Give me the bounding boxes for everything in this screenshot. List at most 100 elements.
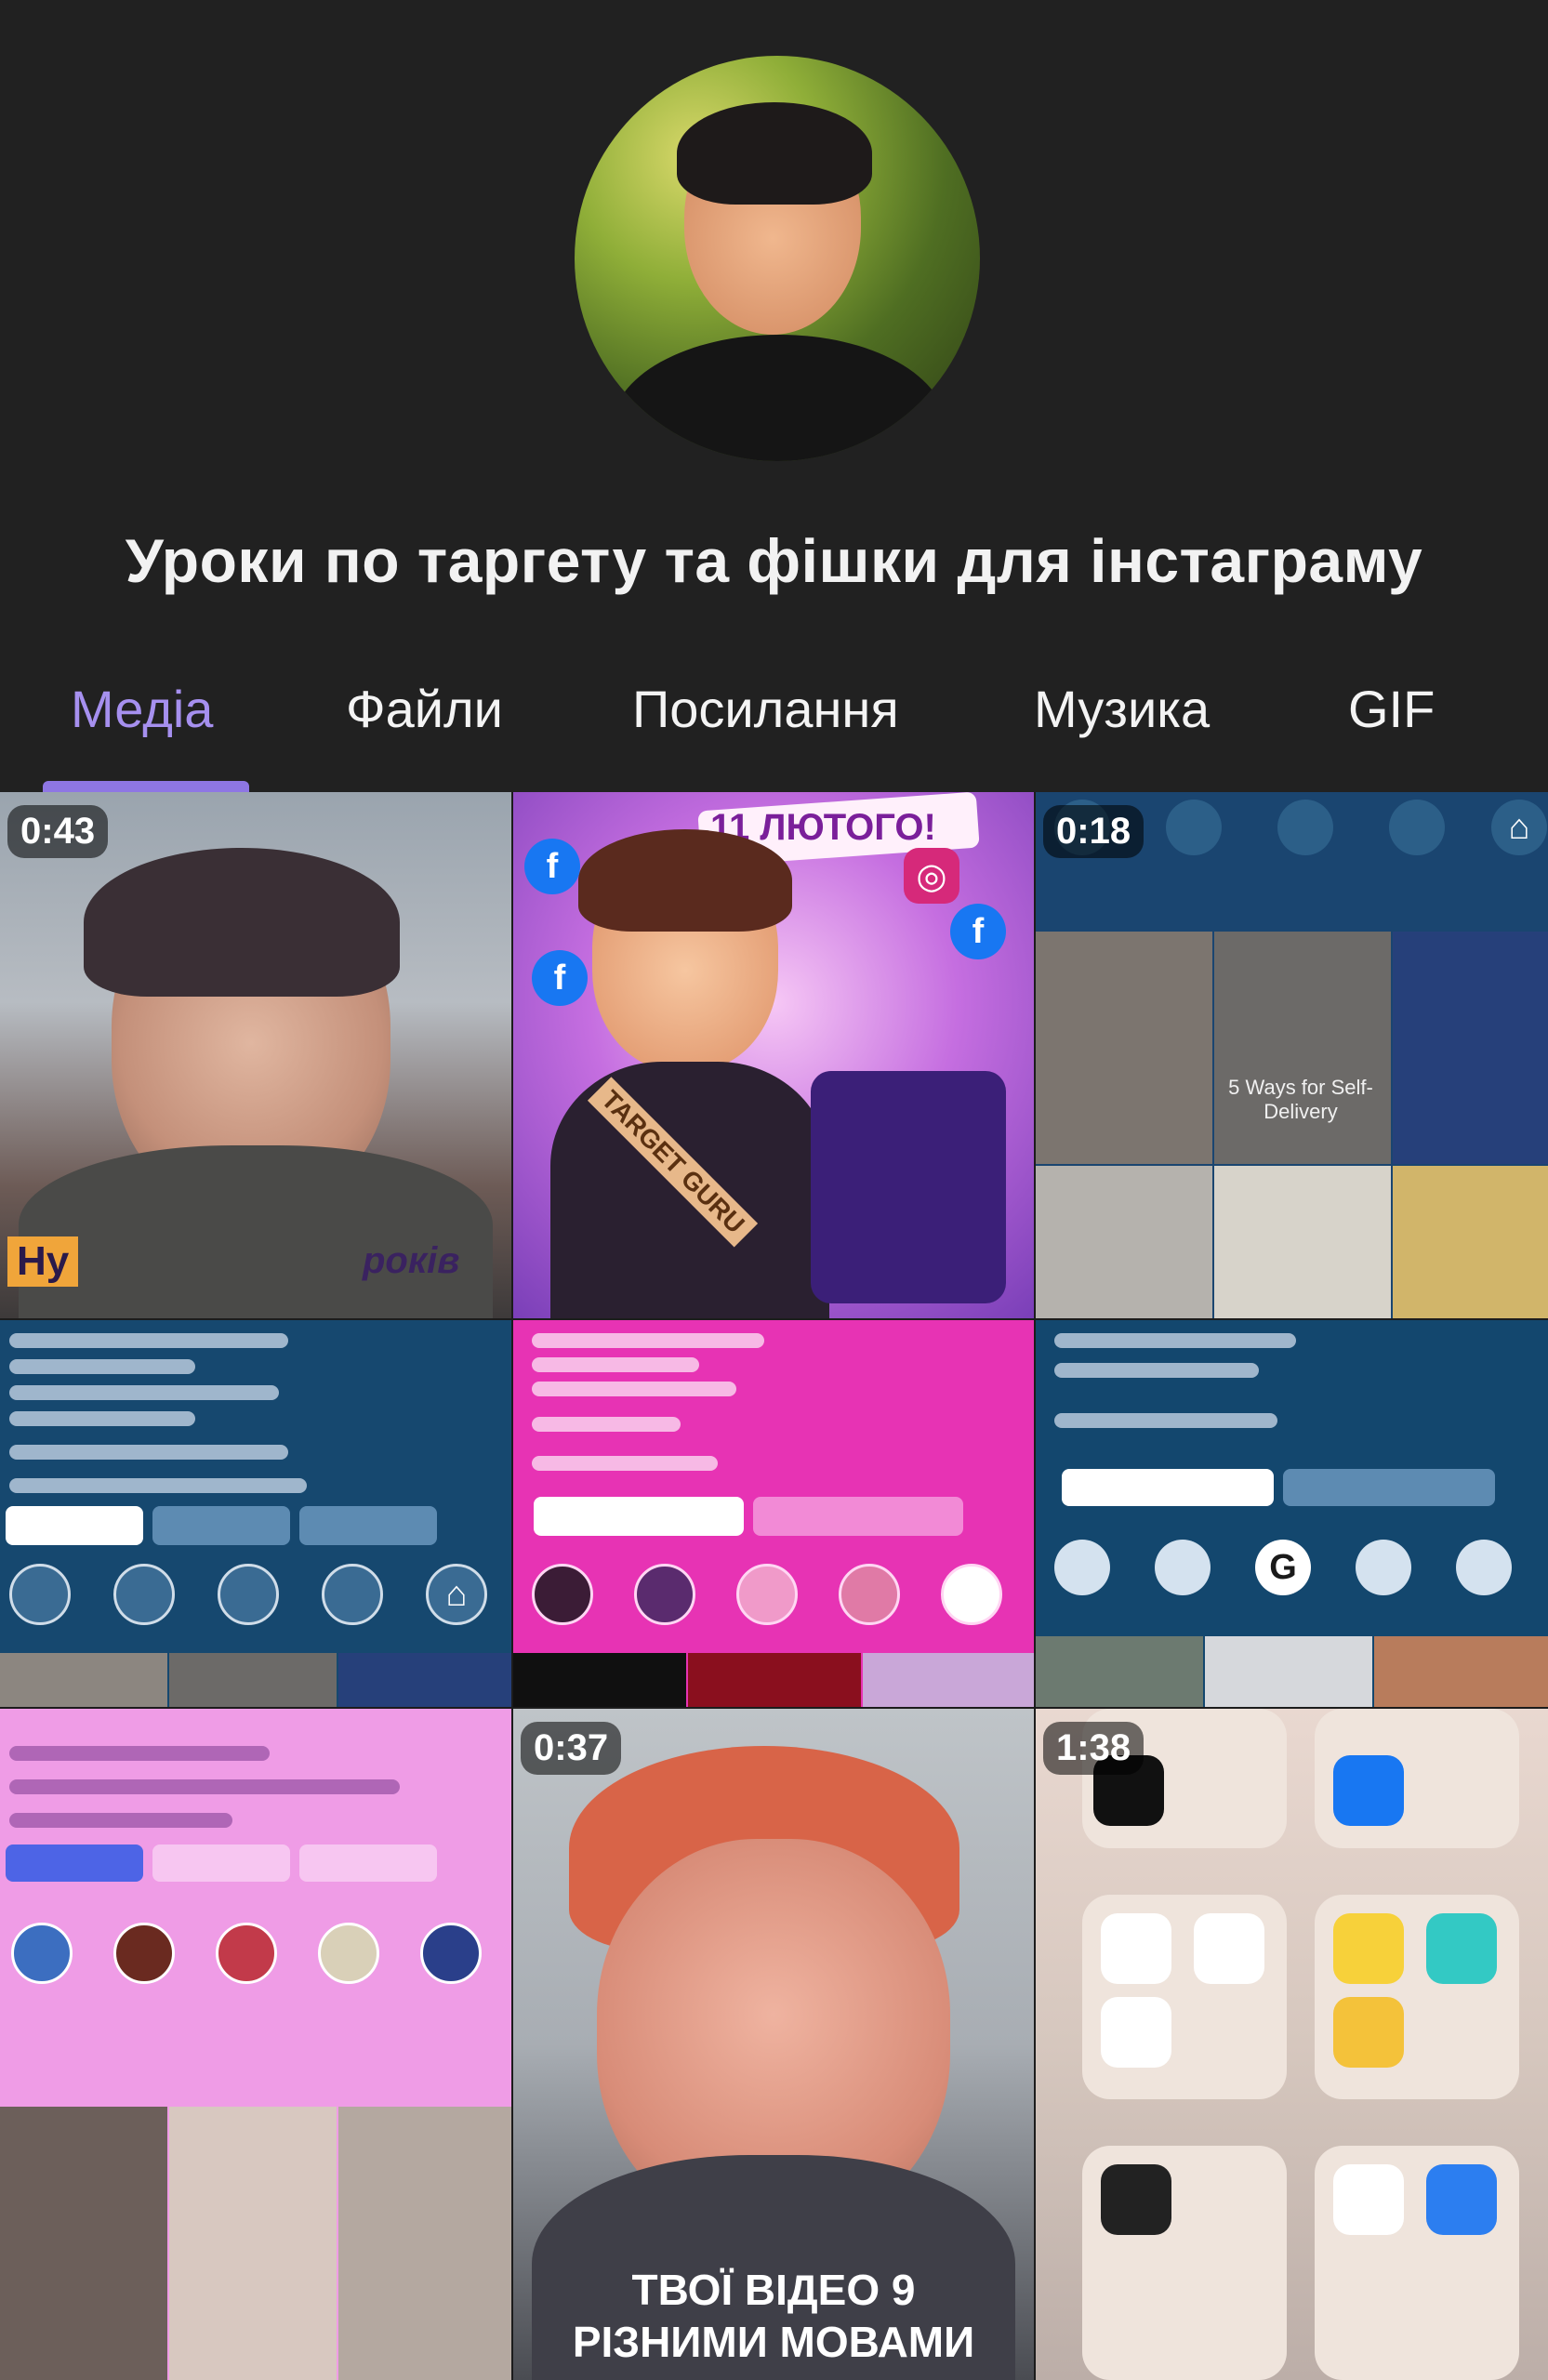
channel-title: Уроки по таргету та фішки для інстаграму bbox=[125, 526, 1423, 595]
video-duration: 0:18 bbox=[1043, 805, 1144, 858]
text-line-2 bbox=[1054, 1363, 1259, 1378]
video-duration: 0:43 bbox=[7, 805, 109, 858]
contact-button[interactable] bbox=[299, 1506, 437, 1545]
thumb-strip-3 bbox=[338, 1653, 511, 1707]
video-duration: 1:38 bbox=[1043, 1722, 1144, 1775]
follow-button[interactable] bbox=[1062, 1469, 1274, 1506]
text-line-3 bbox=[9, 1385, 279, 1400]
text-line bbox=[9, 1333, 288, 1348]
tab-links[interactable]: Посилання bbox=[632, 679, 899, 739]
thumb-strip-3 bbox=[338, 2107, 511, 2380]
message-button[interactable] bbox=[152, 1844, 290, 1882]
thumb-sketch bbox=[1214, 932, 1391, 1164]
highlight-circle-3 bbox=[218, 1564, 279, 1625]
text-line-5 bbox=[9, 1445, 288, 1460]
highlight-circle-5 bbox=[1456, 1540, 1512, 1595]
tab-files[interactable]: Файли bbox=[346, 679, 503, 739]
text-line-2 bbox=[532, 1357, 699, 1372]
text-line-4 bbox=[9, 1411, 195, 1426]
thumb-strip-3 bbox=[1374, 1636, 1548, 1707]
text-line-5 bbox=[532, 1456, 718, 1471]
highlight-circle bbox=[11, 1923, 73, 1984]
media-item-screenshot-navy-2[interactable]: G bbox=[1036, 1320, 1548, 1707]
media-item-screenshot-navy-1[interactable]: ⌂ bbox=[0, 1320, 511, 1707]
tab-media[interactable]: Медіа bbox=[71, 679, 213, 739]
thumb-strip-2 bbox=[1205, 1636, 1372, 1707]
highlight-circle-2 bbox=[113, 1564, 175, 1625]
thumb-night bbox=[1393, 932, 1548, 1164]
highlight-circle bbox=[1054, 1540, 1110, 1595]
thumb-woman bbox=[1036, 932, 1212, 1164]
video-caption-line-2: РІЗНИМИ МОВАМИ bbox=[572, 2318, 975, 2366]
facebook-icon-2: f bbox=[532, 950, 588, 1006]
thumb-logo bbox=[1393, 1166, 1548, 1318]
media-item-video-1[interactable]: 0:43 Ну років bbox=[0, 792, 511, 1318]
app-icon-2 bbox=[1101, 1913, 1171, 1984]
video-caption-rokiv: років bbox=[363, 1240, 460, 1281]
media-item-screenshot-pink[interactable] bbox=[513, 1320, 1034, 1707]
message-button[interactable] bbox=[1283, 1469, 1495, 1506]
highlight-circle-3 bbox=[216, 1923, 277, 1984]
thumb-strip bbox=[513, 1653, 686, 1707]
thumb-strip-2 bbox=[169, 2107, 337, 2380]
contact-button[interactable] bbox=[299, 1844, 437, 1882]
thumb-strip-2 bbox=[169, 1653, 337, 1707]
thumb-note: 5 Ways for Self-Delivery bbox=[1228, 1076, 1373, 1123]
facebook-app-icon bbox=[1333, 1755, 1404, 1826]
thumb-strip-2 bbox=[688, 1653, 861, 1707]
chatgpt-app-icon bbox=[1194, 1913, 1264, 1984]
chat-header: Уроки по таргету та фішки для інстаграму… bbox=[0, 0, 1548, 792]
follow-button[interactable] bbox=[6, 1506, 143, 1545]
tab-gif[interactable]: GIF bbox=[1348, 679, 1435, 739]
story-highlight-icon-2 bbox=[1166, 800, 1222, 855]
text-line-2 bbox=[9, 1779, 400, 1794]
video-caption-line-1: ТВОЇ ВІДЕО 9 bbox=[631, 2266, 916, 2314]
app-icon-4 bbox=[1426, 1913, 1497, 1984]
text-line-3 bbox=[9, 1813, 232, 1828]
text-line-2 bbox=[9, 1359, 195, 1374]
thumb-strip bbox=[1036, 1636, 1203, 1707]
message-button[interactable] bbox=[753, 1497, 963, 1536]
media-item-video-translate[interactable]: 0:37 ТВОЇ ВІДЕО 9 РІЗНИМИ МОВАМИ bbox=[513, 1709, 1034, 2380]
text-line-3 bbox=[532, 1382, 736, 1396]
app-icon-5 bbox=[1333, 1997, 1404, 2068]
highlight-circle bbox=[532, 1564, 593, 1625]
follow-button[interactable] bbox=[534, 1497, 744, 1536]
highlight-circle-2 bbox=[1155, 1540, 1211, 1595]
avatar-hair bbox=[677, 102, 872, 205]
text-line-3 bbox=[1054, 1413, 1277, 1428]
highlight-circle-2 bbox=[113, 1923, 175, 1984]
thumb-strip-3 bbox=[863, 1653, 1034, 1707]
text-line bbox=[1054, 1333, 1296, 1348]
app-icon-3 bbox=[1333, 1913, 1404, 1984]
highlight-circle bbox=[9, 1564, 71, 1625]
story-highlight-icon-4 bbox=[1389, 800, 1445, 855]
highlight-circle-3 bbox=[736, 1564, 798, 1625]
highlight-circle-4 bbox=[1356, 1540, 1411, 1595]
follow-button[interactable] bbox=[6, 1844, 143, 1882]
media-item-video-phone[interactable]: 1:38 bbox=[1036, 1709, 1548, 2380]
video-hair bbox=[84, 848, 400, 997]
avatar-shirt bbox=[612, 335, 946, 461]
media-tabs: Медіа Файли Посилання Музика GIF bbox=[0, 669, 1548, 792]
tab-music[interactable]: Музика bbox=[1034, 679, 1210, 739]
thumb-cup bbox=[1214, 1166, 1391, 1318]
highlight-circle-4 bbox=[839, 1564, 900, 1625]
highlight-circle-4 bbox=[322, 1564, 383, 1625]
highlight-circle-2 bbox=[634, 1564, 695, 1625]
home-icon: ⌂ bbox=[426, 1564, 487, 1625]
media-item-image-target-guru[interactable]: 11 ЛЮТОГО! TARGET GURU f f f ◎ bbox=[513, 792, 1034, 1318]
video-duration: 0:37 bbox=[521, 1722, 622, 1775]
media-item-video-profile[interactable]: ⌂ 5 Ways for Self-Delivery 0:18 bbox=[1036, 792, 1548, 1318]
facebook-icon-3: f bbox=[950, 904, 1006, 959]
message-button[interactable] bbox=[152, 1506, 290, 1545]
thumb-house bbox=[1036, 1166, 1212, 1318]
thumb-strip bbox=[0, 1653, 167, 1707]
media-item-screenshot-lilac[interactable] bbox=[0, 1709, 511, 2380]
highlight-circle-5 bbox=[420, 1923, 482, 1984]
phone-graphic bbox=[811, 1071, 1006, 1303]
instagram-icon: ◎ bbox=[904, 848, 959, 904]
channel-avatar[interactable] bbox=[575, 56, 980, 461]
highlight-circle-3: G bbox=[1255, 1540, 1311, 1595]
highlight-circle-4 bbox=[318, 1923, 379, 1984]
